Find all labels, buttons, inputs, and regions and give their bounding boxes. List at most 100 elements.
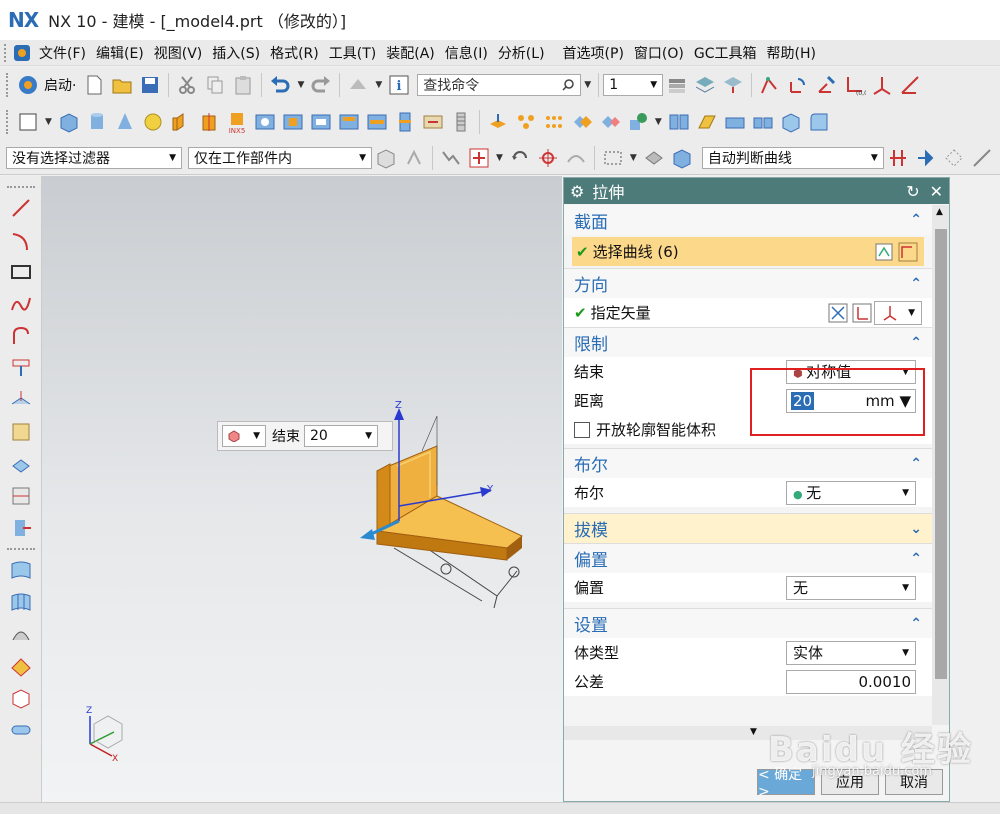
- hole-icon[interactable]: [253, 110, 277, 134]
- curve-rule-icon[interactable]: [564, 146, 588, 170]
- paste-icon[interactable]: [231, 73, 255, 97]
- repeat-command-icon[interactable]: [346, 73, 370, 97]
- chevron-up-icon[interactable]: ⌃: [910, 276, 922, 292]
- chevron-up-icon[interactable]: ⌃: [910, 456, 922, 472]
- start-icon[interactable]: [16, 73, 40, 97]
- settings-group-header[interactable]: 设置 ⌃: [564, 608, 932, 638]
- body-type-select[interactable]: 实体 ▼: [786, 640, 916, 665]
- menu-gc-toolbox[interactable]: GC工具箱: [689, 43, 762, 63]
- subtract-icon[interactable]: [598, 110, 622, 134]
- general-selection-icon[interactable]: [402, 146, 426, 170]
- point-icon[interactable]: [758, 73, 782, 97]
- snap-dropdown-icon[interactable]: ▼: [496, 153, 503, 163]
- through-curves-icon[interactable]: [9, 558, 33, 582]
- boolean-group-header[interactable]: 布尔 ⌃: [564, 448, 932, 478]
- view-cube-icon[interactable]: [670, 146, 694, 170]
- toolbar-grip[interactable]: [6, 548, 35, 550]
- open-profile-checkbox[interactable]: [574, 421, 590, 438]
- vector-dialog-icon[interactable]: [852, 303, 872, 323]
- offset-curve-icon[interactable]: [9, 324, 33, 348]
- end-value-input[interactable]: 20 ▼: [304, 425, 378, 447]
- specify-vector-row[interactable]: ✔ 指定矢量 ▼: [564, 298, 932, 327]
- start-button[interactable]: 启动·: [44, 75, 76, 95]
- menu-view[interactable]: 视图(V): [149, 43, 208, 63]
- finder-options-icon[interactable]: ▼: [584, 80, 591, 90]
- tube-icon[interactable]: [9, 718, 33, 742]
- swept-icon[interactable]: [9, 622, 33, 646]
- gear-icon[interactable]: ⚙: [570, 182, 584, 201]
- line-icon[interactable]: [970, 146, 994, 170]
- ok-button[interactable]: < 确定 >: [757, 767, 815, 800]
- vector-type-select[interactable]: ▼: [874, 300, 922, 325]
- copy-icon[interactable]: [203, 73, 227, 97]
- menu-file[interactable]: 文件(F): [34, 43, 91, 63]
- assembly-filter-icon[interactable]: [374, 146, 398, 170]
- menu-information[interactable]: 信息(I): [440, 43, 493, 63]
- follow-fillet-icon[interactable]: [914, 146, 938, 170]
- wcs-dynamic-icon[interactable]: [814, 73, 838, 97]
- groove-icon[interactable]: [393, 110, 417, 134]
- boolean-dropdown-icon[interactable]: ▼: [655, 117, 662, 127]
- graphics-viewport[interactable]: Z Y Z X ▼ 结束 20 ▼: [42, 176, 562, 802]
- scroll-down-icon[interactable]: ▼: [750, 727, 757, 737]
- arc-icon[interactable]: [9, 228, 33, 252]
- redo-icon[interactable]: [309, 73, 333, 97]
- composite-curve-icon[interactable]: [9, 516, 33, 540]
- slot-icon[interactable]: [365, 110, 389, 134]
- work-layer-select[interactable]: 1 ▼: [603, 74, 664, 96]
- datum-plane-icon[interactable]: [9, 420, 33, 444]
- limits-group-header[interactable]: 限制 ⌃: [564, 327, 932, 357]
- repeat-dropdown-icon[interactable]: ▼: [375, 80, 382, 90]
- layer-settings-icon[interactable]: [665, 73, 689, 97]
- wcs-orient-icon[interactable]: [870, 73, 894, 97]
- snap-point-icon[interactable]: [467, 146, 491, 170]
- extract-geometry-icon[interactable]: [9, 452, 33, 476]
- toolbar-grip[interactable]: [6, 73, 10, 97]
- curve-section-icon[interactable]: [898, 242, 918, 262]
- chevron-up-icon[interactable]: ⌃: [910, 616, 922, 632]
- open-folder-icon[interactable]: [110, 73, 134, 97]
- menu-grip[interactable]: [4, 43, 8, 62]
- menu-tools[interactable]: 工具(T): [324, 43, 381, 63]
- sketch-dropdown-icon[interactable]: ▼: [45, 117, 52, 127]
- n-sided-surface-icon[interactable]: [9, 654, 33, 678]
- rectangle-icon[interactable]: [9, 260, 33, 284]
- layer-visible-icon[interactable]: [693, 73, 717, 97]
- through-curve-mesh-icon[interactable]: [9, 590, 33, 614]
- reset-icon[interactable]: ↻: [906, 182, 919, 201]
- menu-edit[interactable]: 编辑(E): [91, 43, 149, 63]
- revolve-icon[interactable]: [197, 110, 221, 134]
- dialog-scrollbar[interactable]: ▲: [932, 205, 949, 725]
- selection-scope-select[interactable]: 仅在工作部件内 ▼: [188, 146, 372, 169]
- mirror-icon[interactable]: [667, 110, 691, 134]
- sphere-icon[interactable]: [141, 110, 165, 134]
- menu-help[interactable]: 帮助(H): [762, 43, 821, 63]
- scroll-up-icon[interactable]: ▲: [936, 207, 943, 217]
- wcs-origin-icon[interactable]: (0,0,0): [842, 73, 866, 97]
- emboss-icon[interactable]: [421, 110, 445, 134]
- select-features-icon[interactable]: [439, 146, 463, 170]
- close-icon[interactable]: ✕: [930, 182, 943, 201]
- information-icon[interactable]: i: [387, 73, 411, 97]
- sketch-section-icon[interactable]: [874, 242, 894, 262]
- unite-icon[interactable]: [570, 110, 594, 134]
- draft-icon[interactable]: [779, 110, 803, 134]
- toolbar-grip[interactable]: [6, 110, 10, 134]
- select-curve-row[interactable]: ✔ 选择曲线 (6): [572, 237, 924, 266]
- intersect-icon[interactable]: [626, 110, 650, 134]
- studio-spline-icon[interactable]: [9, 292, 33, 316]
- toolbar-grip[interactable]: [6, 186, 35, 188]
- offset-group-header[interactable]: 偏置 ⌃: [564, 543, 932, 573]
- thread-icon[interactable]: [449, 110, 473, 134]
- boss-icon[interactable]: [281, 110, 305, 134]
- boolean-select[interactable]: ● 无 ▼: [786, 480, 916, 505]
- direction-group-header[interactable]: 方向 ⌃: [564, 268, 932, 298]
- end-option-select[interactable]: ▼: [222, 425, 266, 447]
- cone-icon[interactable]: [113, 110, 137, 134]
- pocket-icon[interactable]: [309, 110, 333, 134]
- offset-face-icon[interactable]: [486, 110, 510, 134]
- pad-icon[interactable]: [337, 110, 361, 134]
- shaded-view-icon[interactable]: [642, 146, 666, 170]
- feature-curves-icon[interactable]: [942, 146, 966, 170]
- curve-rule-select[interactable]: 自动判断曲线 ▼: [701, 146, 884, 169]
